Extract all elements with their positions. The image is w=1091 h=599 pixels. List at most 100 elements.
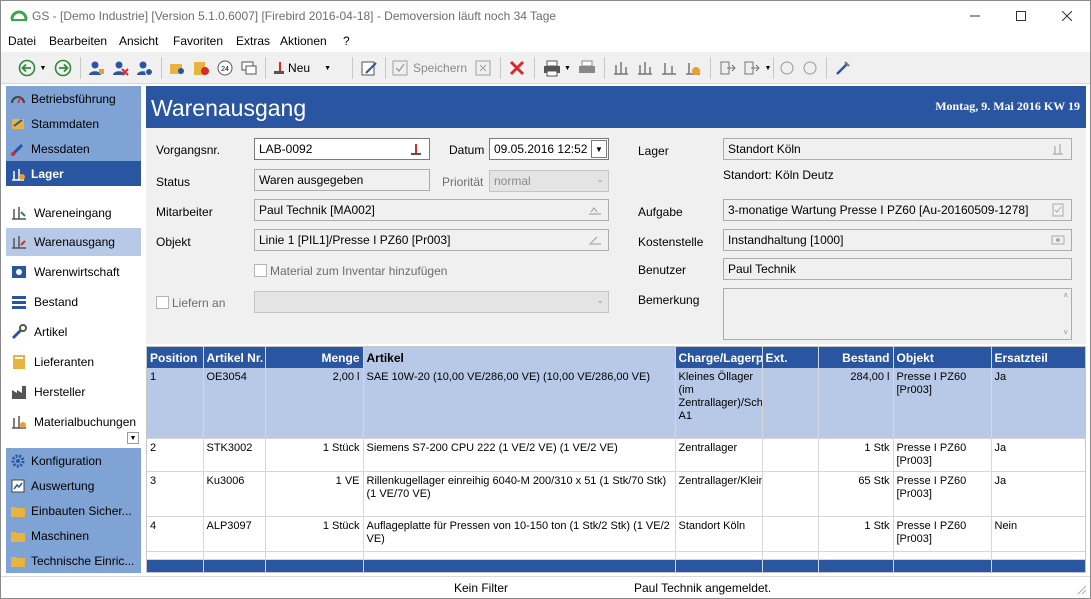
stock-out-button[interactable]: [634, 56, 656, 80]
col-header-bestand[interactable]: Bestand: [818, 347, 894, 368]
cell-charge: Zentrallager: [675, 438, 763, 472]
sidebar-group-einbauten[interactable]: Einbauten Sicher...: [6, 498, 141, 523]
sidebar-item-wareneingang[interactable]: Wareneingang: [6, 199, 141, 227]
cell-position: 2: [147, 438, 204, 472]
material-inventar-checkbox[interactable]: [254, 264, 267, 277]
cell-artikel: SAE 10W-20 (10,00 VE/286,00 VE) (10,00 V…: [363, 368, 676, 439]
mitarbeiter-field[interactable]: Paul Technik [MA002]: [254, 199, 609, 221]
tools-button[interactable]: [832, 56, 854, 80]
objekt-lookup-button[interactable]: [584, 232, 606, 248]
sidebar-item-materialbuchungen[interactable]: Materialbuchungen: [6, 408, 141, 436]
sidebar-group-maschinen[interactable]: Maschinen: [6, 523, 141, 548]
sidebar-item-hersteller[interactable]: Hersteller: [6, 378, 141, 406]
kostenstelle-field[interactable]: Instandhaltung [1000]: [723, 229, 1072, 251]
datum-dropdown-button[interactable]: ▼: [591, 140, 607, 158]
menu-favoriten[interactable]: Favoriten: [173, 34, 223, 48]
datum-field[interactable]: 09.05.2016 12:52 ▼: [489, 138, 609, 160]
table-row[interactable]: 2 STK3002 1 Stück Siemens S7-200 CPU 222…: [147, 438, 1085, 472]
folder-icon: [11, 531, 25, 542]
sidebar-item-bestand[interactable]: Bestand: [6, 288, 141, 316]
sidebar-item-lieferanten[interactable]: Lieferanten: [6, 348, 141, 376]
prioritaet-select[interactable]: normal ⌄: [489, 170, 609, 192]
table-row[interactable]: 3 Ku3006 1 VE Rillenkugellager einreihig…: [147, 471, 1085, 517]
sidebar-group-betriebsfuehrung[interactable]: Betriebsführung: [6, 86, 141, 111]
col-header-ersatzteil[interactable]: Ersatzteil: [991, 347, 1085, 368]
goods-out-icon: [12, 236, 26, 249]
liefern-an-checkbox[interactable]: [156, 296, 169, 309]
col-header-artikel[interactable]: Artikel: [363, 347, 676, 368]
stock-user-button[interactable]: [682, 56, 704, 80]
liefern-an-select[interactable]: ⌄: [254, 291, 609, 313]
aufgabe-field[interactable]: 3-monatige Wartung Presse I PZ60 [Au-201…: [723, 199, 1072, 221]
sidebar-group-lager[interactable]: Lager: [6, 161, 141, 186]
option-one-button[interactable]: [777, 56, 797, 80]
delete-button[interactable]: [506, 56, 528, 80]
back-button[interactable]: ▼: [15, 56, 49, 80]
menu-datei[interactable]: Datei: [8, 34, 36, 48]
new-stamp-icon: [274, 62, 285, 74]
bemerkung-textarea[interactable]: ˄ ˅: [723, 288, 1072, 340]
menu-bearbeiten[interactable]: Bearbeiten: [49, 34, 107, 48]
folder-user-button[interactable]: [166, 56, 188, 80]
mitarbeiter-lookup-button[interactable]: [584, 202, 606, 218]
sidebar-group-stammdaten[interactable]: Stammdaten: [6, 111, 141, 136]
new-button[interactable]: Neu ▼: [271, 56, 331, 80]
col-header-artikel-nr[interactable]: Artikel Nr.: [203, 347, 266, 368]
user-add-button[interactable]: [85, 56, 107, 80]
user-remove-button[interactable]: [109, 56, 131, 80]
aufgabe-lookup-button[interactable]: [1047, 202, 1069, 218]
print-preview-button[interactable]: [576, 56, 598, 80]
export-button[interactable]: [740, 56, 762, 80]
vorgangsnr-field[interactable]: LAB-0092: [254, 138, 430, 160]
cancel-edit-button[interactable]: [472, 56, 494, 80]
sidebar-group-auswertung[interactable]: Auswertung: [6, 473, 141, 498]
forward-button[interactable]: [52, 56, 74, 80]
kostenstelle-lookup-button[interactable]: [1047, 232, 1069, 248]
close-window-button[interactable]: [1044, 1, 1090, 31]
menu-extras[interactable]: Extras: [236, 34, 270, 48]
edit-button[interactable]: [358, 56, 380, 80]
col-header-objekt[interactable]: Objekt: [893, 347, 992, 368]
col-header-charge[interactable]: Charge/Lagerpl: [675, 347, 763, 368]
calendar-24-button[interactable]: 24: [214, 56, 236, 80]
export-dropdown[interactable]: ▼: [764, 56, 772, 80]
resize-grip-icon[interactable]: [1077, 585, 1087, 595]
scroll-down-icon[interactable]: ˅: [1063, 328, 1068, 337]
sidebar-item-warenwirtschaft[interactable]: Warenwirtschaft: [6, 258, 141, 286]
sidebar-scroll-down[interactable]: ▼: [127, 432, 139, 444]
menu-help[interactable]: ?: [343, 34, 350, 48]
option-two-button[interactable]: [800, 56, 820, 80]
printer-gray-icon: [579, 60, 595, 73]
sidebar-item-warenausgang[interactable]: Warenausgang: [6, 228, 141, 256]
sidebar-group-konfiguration[interactable]: Konfiguration: [6, 448, 141, 473]
minimize-button[interactable]: [952, 1, 998, 31]
stock-transfer-button[interactable]: [658, 56, 680, 80]
vorgangsnr-label: Vorgangsnr.: [156, 143, 221, 157]
print-button[interactable]: ▼: [540, 56, 574, 80]
objekt-field[interactable]: Linie 1 [PIL1]/Presse I PZ60 [Pr003]: [254, 229, 609, 251]
discard-icon: [475, 60, 491, 76]
sidebar-item-artikel[interactable]: Artikel: [6, 318, 141, 346]
lager-lookup-button[interactable]: [1047, 141, 1069, 157]
stock-in-button[interactable]: [610, 56, 632, 80]
user-info-button[interactable]: [133, 56, 155, 80]
col-header-menge[interactable]: Menge: [265, 347, 364, 368]
scroll-up-icon[interactable]: ˄: [1063, 291, 1068, 300]
lager-field[interactable]: Standort Köln: [723, 138, 1072, 160]
sidebar-group-messdaten[interactable]: Messdaten: [6, 136, 141, 161]
table-row[interactable]: 1 OE3054 2,00 l SAE 10W-20 (10,00 VE/286…: [147, 368, 1085, 439]
menu-ansicht[interactable]: Ansicht: [119, 34, 158, 48]
alert-button[interactable]: [190, 56, 212, 80]
stamp-button[interactable]: [405, 141, 427, 157]
page-title: Warenausgang: [151, 95, 307, 121]
import-button[interactable]: [716, 56, 738, 80]
col-header-position[interactable]: Position: [147, 347, 204, 368]
sidebar-group-technische-einrichtungen[interactable]: Technische Einric...: [6, 548, 141, 573]
menu-aktionen[interactable]: Aktionen: [280, 34, 327, 48]
table-row[interactable]: 4 ALP3097 1 Stück Auflageplatte für Pres…: [147, 516, 1085, 552]
circle-icon: [803, 61, 817, 75]
save-button[interactable]: Speichern: [391, 56, 469, 80]
comments-button[interactable]: [238, 56, 260, 80]
maximize-button[interactable]: [998, 1, 1044, 31]
col-header-ext[interactable]: Ext.: [762, 347, 819, 368]
